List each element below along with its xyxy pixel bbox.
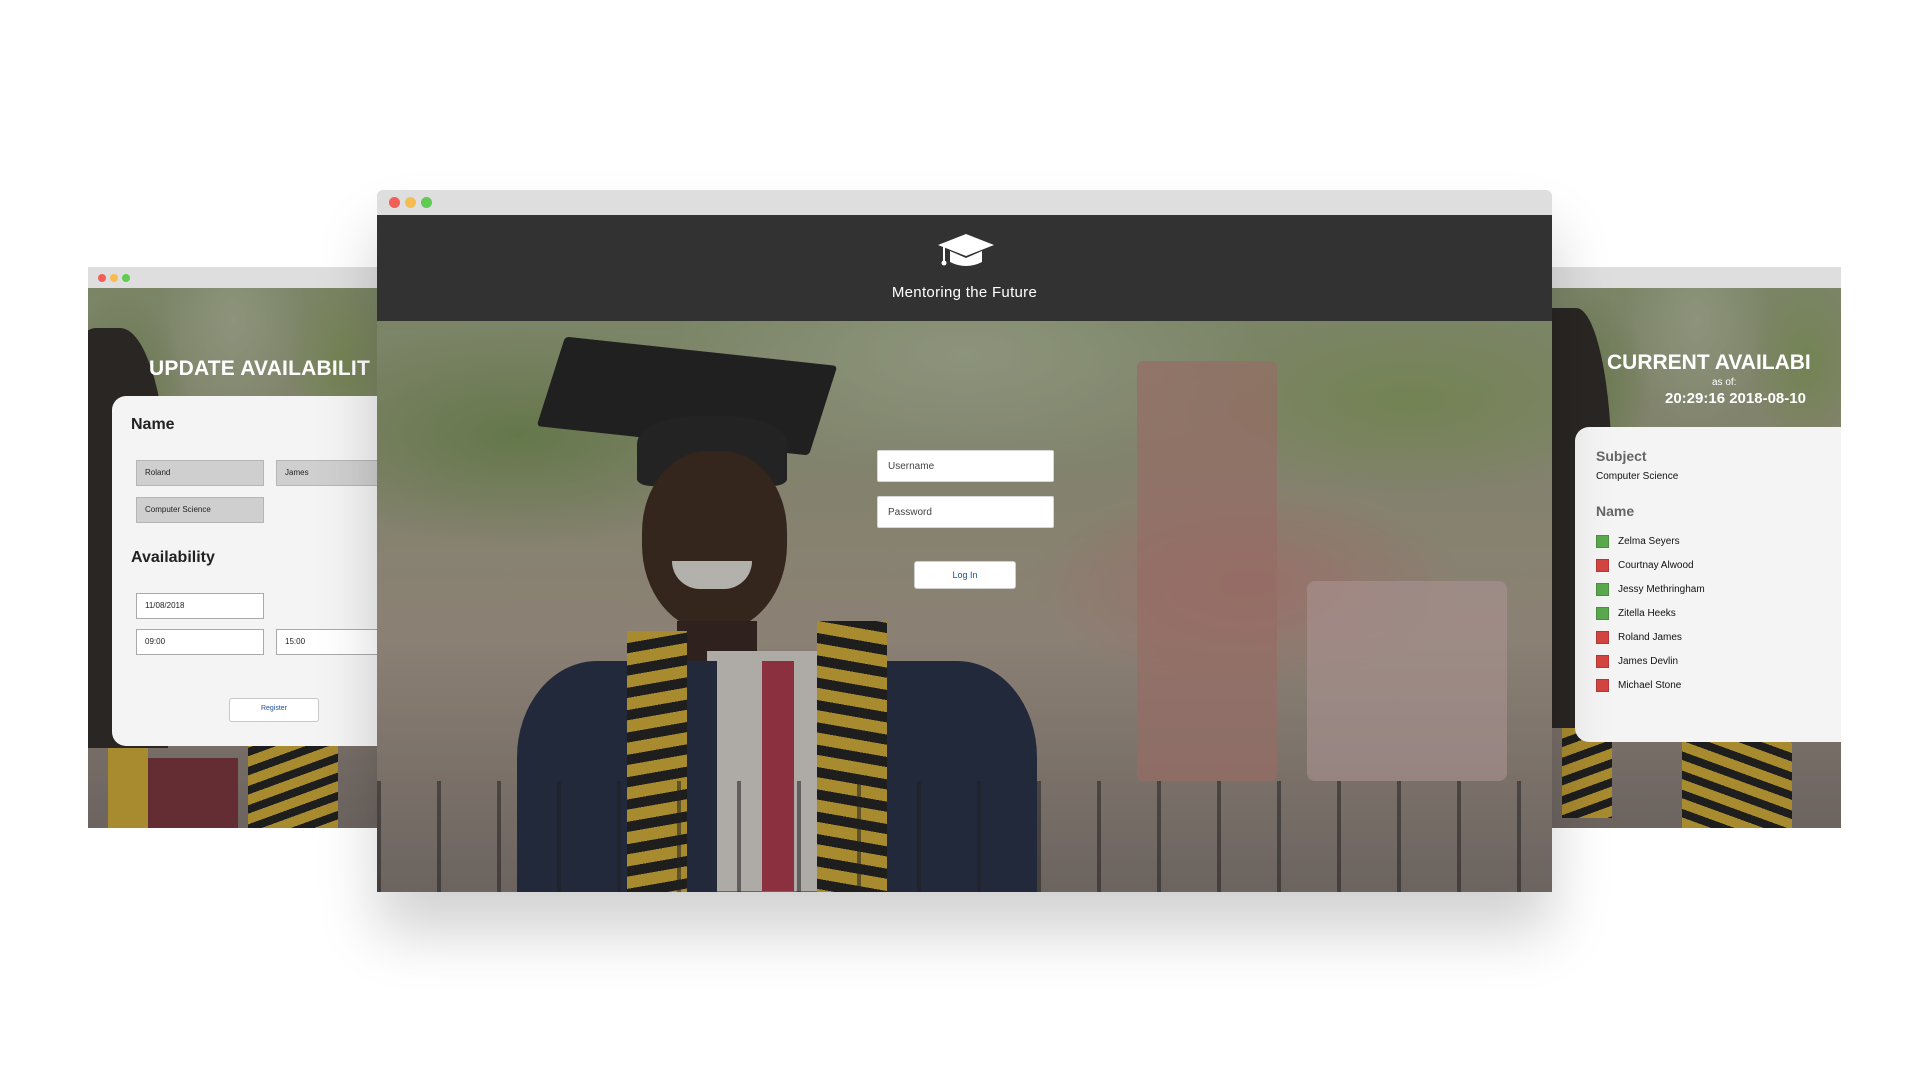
availability-section-heading: Availability: [131, 549, 215, 566]
mentor-list-item: Zitella Heeks: [1596, 601, 1705, 625]
mentor-list-item: Courtnay Alwood: [1596, 553, 1705, 577]
window-titlebar: [377, 190, 1552, 215]
site-title: Mentoring the Future: [891, 284, 1038, 301]
background-photo: [377, 321, 1552, 892]
login-window: Mentoring the Future Log In: [377, 190, 1552, 892]
available-status-swatch: [1596, 582, 1609, 596]
maximize-window-dot[interactable]: [421, 197, 432, 208]
password-input[interactable]: [877, 496, 1054, 528]
mentor-list-item: Michael Stone: [1596, 673, 1705, 697]
site-header: Mentoring the Future: [377, 215, 1552, 321]
mentor-list-item: Jessy Methringham: [1596, 577, 1705, 601]
mentor-list-item: James Devlin: [1596, 649, 1705, 673]
as-of-label: as of:: [1712, 377, 1737, 388]
availability-form-card: Name Roland James Computer Science Avail…: [112, 396, 378, 746]
login-form: Log In: [877, 450, 1057, 589]
username-input[interactable]: [877, 450, 1054, 482]
unavailable-status-swatch: [1596, 678, 1609, 692]
date-field[interactable]: 11/08/2018: [136, 593, 264, 619]
maximize-window-dot[interactable]: [122, 274, 130, 282]
mentor-name: Courtnay Alwood: [1618, 559, 1694, 571]
close-window-dot[interactable]: [389, 197, 400, 208]
login-button[interactable]: Log In: [914, 561, 1016, 589]
start-time-field[interactable]: 09:00: [136, 629, 264, 655]
current-availability-window: CURRENT AVAILABI as of: 20:29:16 2018-08…: [1552, 267, 1841, 828]
minimize-window-dot[interactable]: [405, 197, 416, 208]
unavailable-status-swatch: [1596, 558, 1609, 572]
close-window-dot[interactable]: [98, 274, 106, 282]
mentor-list-item: Zelma Seyers: [1596, 529, 1705, 553]
window-titlebar: [1552, 267, 1841, 288]
first-name-field[interactable]: Roland: [136, 460, 264, 486]
available-status-swatch: [1596, 534, 1609, 548]
mentor-list: Zelma Seyers Courtnay Alwood Jessy Methrin…: [1596, 529, 1705, 697]
update-availability-window: UPDATE AVAILABILIT Name Roland James Com…: [88, 267, 378, 828]
window-titlebar: [88, 267, 378, 288]
available-status-swatch: [1596, 606, 1609, 620]
page-heading: CURRENT AVAILABI: [1607, 351, 1811, 374]
mentor-name: Jessy Methringham: [1618, 583, 1705, 595]
mentor-name: Michael Stone: [1618, 679, 1682, 691]
name-heading: Name: [1596, 503, 1635, 519]
mentor-name: Zelma Seyers: [1618, 535, 1680, 547]
subject-value: Computer Science: [1596, 471, 1679, 482]
mentor-name: Roland James: [1618, 631, 1682, 643]
minimize-window-dot[interactable]: [110, 274, 118, 282]
last-name-field[interactable]: James: [276, 460, 378, 486]
mentor-name: Zitella Heeks: [1618, 607, 1676, 619]
unavailable-status-swatch: [1596, 654, 1609, 668]
unavailable-status-swatch: [1596, 630, 1609, 644]
mentor-name: James Devlin: [1618, 655, 1679, 667]
graduation-cap-icon: [938, 234, 994, 266]
subject-heading: Subject: [1596, 448, 1647, 464]
name-section-heading: Name: [131, 416, 175, 433]
subject-field[interactable]: Computer Science: [136, 497, 264, 523]
page-heading: UPDATE AVAILABILIT: [149, 357, 370, 380]
mentor-list-item: Roland James: [1596, 625, 1705, 649]
end-time-field[interactable]: 15:00: [276, 629, 378, 655]
availability-list-card: Subject Computer Science Name Zelma Seye…: [1575, 427, 1841, 742]
timestamp: 20:29:16 2018-08-10: [1665, 390, 1806, 407]
register-button[interactable]: Register: [229, 698, 319, 722]
